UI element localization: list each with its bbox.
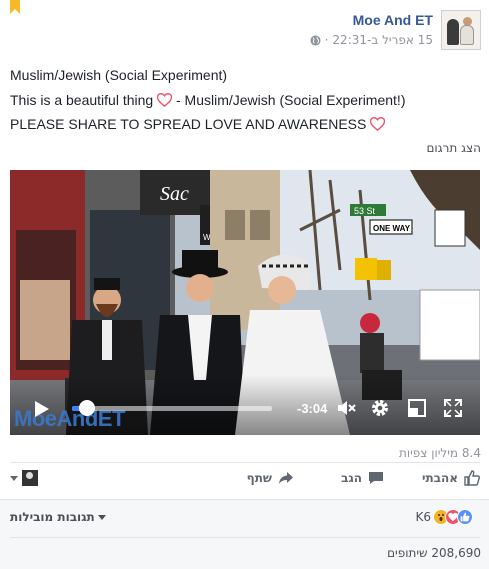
play-icon[interactable] [34,400,50,418]
page-avatar[interactable] [441,10,481,50]
time-remaining: -3:04 [297,401,328,416]
avatar [22,470,38,486]
share-label: שתף [246,471,272,485]
post-meta: 15 אפריל ב-22:31 · [310,33,433,47]
video-frame: Sac Wireless 53 St ONE WAY [10,170,480,435]
reaction-count: K6 [415,510,431,524]
share-arrow-icon [279,472,293,484]
top-comments-selector[interactable]: תגובות מובילות [10,510,106,524]
comment-icon [369,472,383,484]
view-count: 8.4 מיליון צפיות [398,446,481,460]
top-comments-label: תגובות מובילות [10,510,95,524]
svg-text:ONE WAY: ONE WAY [373,224,411,233]
share-as-selector[interactable] [10,470,38,486]
chevron-down-icon [97,514,106,520]
like-reaction-icon [457,509,473,525]
post-header: Moe And ET 15 אפריל ב-22:31 · [310,10,481,50]
fullscreen-icon[interactable] [443,398,463,418]
comment-button[interactable]: הגב [341,470,384,486]
comment-label: הגב [341,471,362,485]
reactions-summary[interactable]: K6 [415,509,473,525]
svg-text:53 St: 53 St [354,206,376,216]
progress-bar[interactable] [72,406,272,411]
post-line-1: Muslim/Jewish (Social Experiment) [10,67,228,83]
svg-text:Sac: Sac [160,183,189,205]
divider [10,462,480,463]
progress-fill [72,406,79,411]
post-body: Muslim/Jewish (Social Experiment) This i… [10,63,405,137]
video-player[interactable]: Sac Wireless 53 St ONE WAY [10,170,480,435]
mute-icon[interactable] [336,398,356,418]
share-count[interactable]: 208,690 שיתופים [387,546,481,560]
progress-handle[interactable] [79,400,95,416]
page-name-link[interactable]: Moe And ET [310,12,433,28]
globe-icon[interactable] [310,34,321,46]
action-bar: אהבתי הגב שתף [10,466,480,494]
like-label: אהבתי [421,471,458,485]
see-translation-link[interactable]: הצג תרגום [426,141,481,155]
divider [10,537,480,538]
heart-emoji-icon [157,92,173,107]
share-button[interactable]: שתף [247,470,294,486]
chevron-down-icon [10,475,18,481]
like-button[interactable]: אהבתי [422,470,480,486]
settings-gear-icon[interactable] [370,398,390,418]
thumbs-up-icon [464,470,480,486]
pip-icon[interactable] [407,398,427,418]
post-line-2: This is a beautiful thing - Muslim/Jewis… [10,91,406,108]
heart-emoji-icon [370,117,386,131]
post-timestamp[interactable]: 15 אפריל ב-22:31 [332,33,433,47]
post-line-3: PLEASE SHARE TO SPREAD LOVE AND AWARENES… [10,112,405,137]
bookmark-icon [10,0,20,14]
